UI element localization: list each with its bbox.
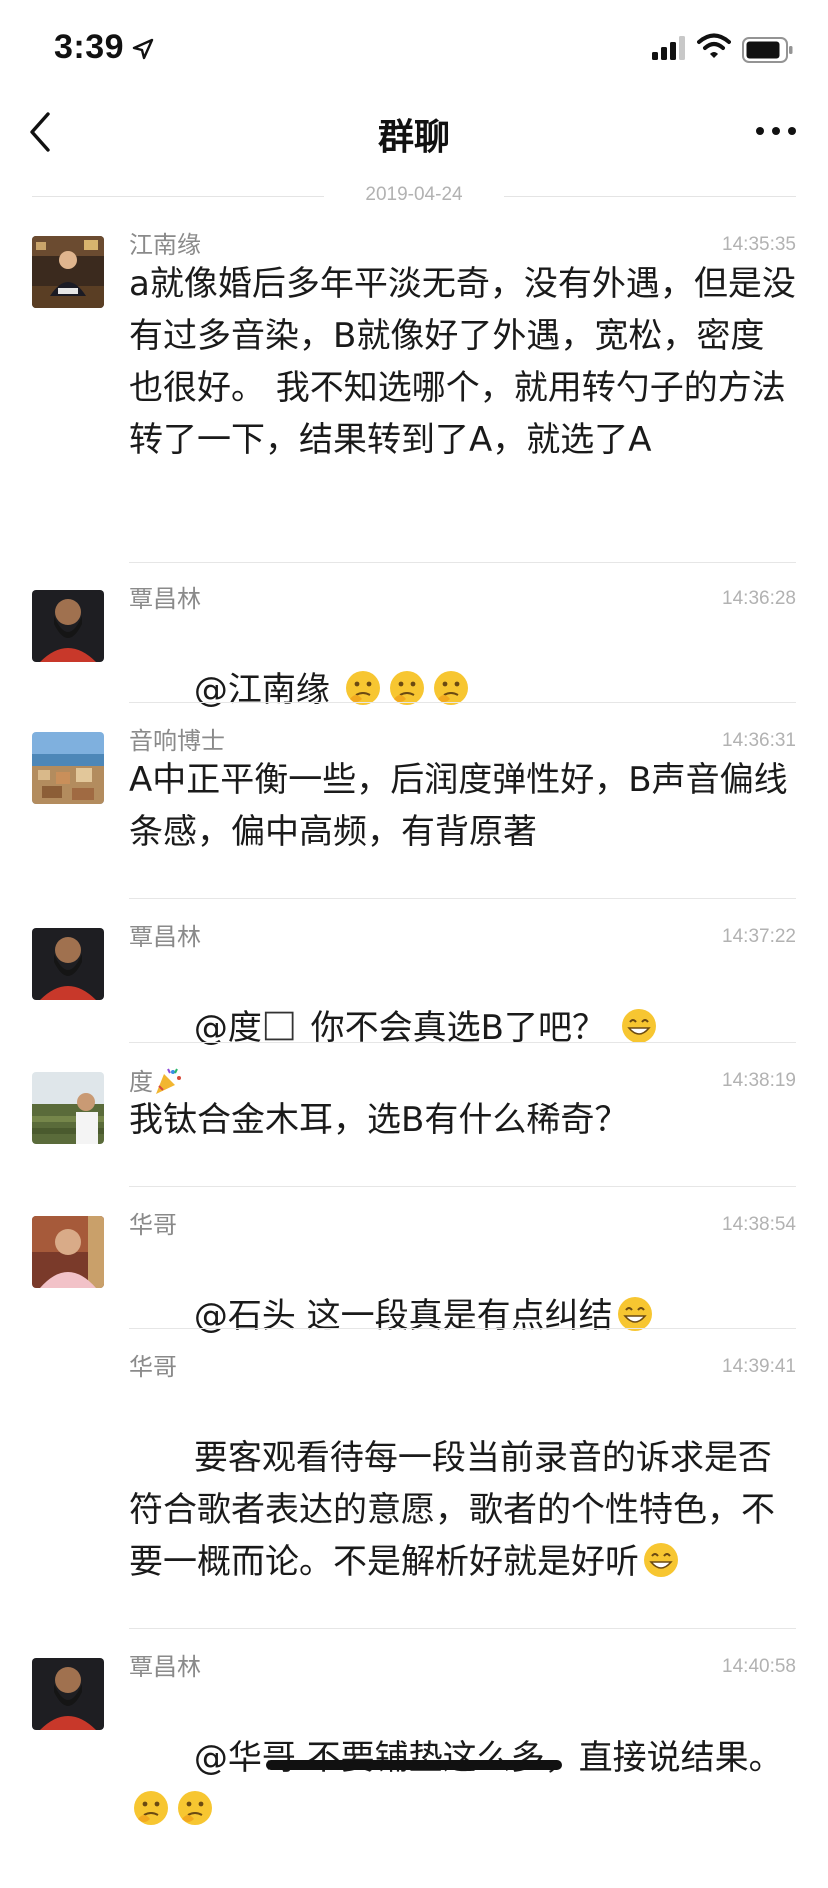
message-time: 14:38:54 <box>722 1214 796 1235</box>
thinking-face-icon <box>178 1791 212 1825</box>
sender-name[interactable]: 江南缘 <box>129 230 201 260</box>
location-arrow-icon <box>132 38 154 60</box>
message-text: @度 你不会真选B了吧？ <box>129 950 796 1106</box>
date-divider: 2019-04-24 <box>32 184 796 208</box>
avatar[interactable] <box>32 236 104 308</box>
message-time: 14:40:58 <box>722 1656 796 1677</box>
sender-name[interactable]: 覃昌林 <box>129 1652 201 1682</box>
message-time: 14:36:28 <box>722 588 796 609</box>
date-label: 2019-04-24 <box>365 184 463 205</box>
avatar-photo <box>32 1216 104 1288</box>
battery-icon <box>742 37 793 63</box>
avatar-photo <box>32 590 104 662</box>
message-separator <box>129 1186 796 1187</box>
message-text: 要客观看待每一段当前录音的诉求是否符合歌者表达的意愿，歌者的个性特色，不要一概而… <box>129 1380 796 1640</box>
sender-name[interactable]: 华哥 <box>129 1352 177 1382</box>
avatar[interactable] <box>32 1072 104 1144</box>
sender-name[interactable]: 覃昌林 <box>129 922 201 952</box>
cellular-signal-icon <box>652 36 685 60</box>
avatar-photo <box>32 236 104 308</box>
missing-glyph-box-icon <box>264 1011 294 1041</box>
message-separator <box>129 1328 796 1329</box>
sender-name[interactable]: 音响博士 <box>129 726 225 756</box>
grinning-face-icon <box>621 1009 656 1043</box>
status-time: 3:39 <box>54 28 125 66</box>
divider-line <box>504 196 796 197</box>
sender-name[interactable]: 华哥 <box>129 1210 177 1240</box>
message-separator <box>129 1042 796 1043</box>
home-indicator[interactable] <box>266 1760 562 1770</box>
avatar[interactable] <box>32 928 104 1000</box>
wifi-icon <box>697 33 731 58</box>
message-text: a就像婚后多年平淡无奇，没有外遇，但是没有过多音染，B就像好了外遇，宽松，密度也… <box>129 264 796 460</box>
message-mention-text: @华哥 不要铺垫这么多，直接说结果。 <box>193 1738 783 1778</box>
avatar[interactable] <box>32 732 104 804</box>
message-separator <box>129 562 796 563</box>
avatar[interactable] <box>32 1658 104 1730</box>
message-mention-text: @石头 这一段真是有点纠结 <box>193 1296 613 1336</box>
message-separator <box>129 898 796 899</box>
message-mention-text: @江南缘 <box>193 670 341 710</box>
message-text: A中正平衡一些，后润度弹性好，B声音偏线条感，偏中高频，有背原著 <box>129 760 788 852</box>
avatar-photo <box>32 1658 104 1730</box>
ellipsis-icon <box>756 127 796 135</box>
thinking-face-icon <box>134 1791 168 1825</box>
message-text: 我钛合金木耳，选B有什么稀奇？ <box>129 1100 629 1140</box>
message-time: 14:39:41 <box>722 1356 796 1377</box>
status-bar: 3:39 <box>0 0 828 100</box>
avatar[interactable] <box>32 590 104 662</box>
avatar-photo <box>32 732 104 804</box>
message-time: 14:37:22 <box>722 926 796 947</box>
sender-name-text: 度 <box>129 1068 153 1096</box>
message-time: 14:38:19 <box>722 1070 796 1091</box>
avatar-photo <box>32 928 104 1000</box>
sender-name[interactable]: 覃昌林 <box>129 584 201 614</box>
avatar-photo <box>32 1072 104 1144</box>
avatar[interactable] <box>32 1216 104 1288</box>
party-popper-icon <box>156 1068 181 1094</box>
message-separator <box>129 702 796 703</box>
message-text: @石头 这一段真是有点纠结 <box>129 1238 796 1394</box>
nav-bar: 群聊 <box>0 100 828 164</box>
grinning-face-icon <box>644 1543 678 1577</box>
message-text: @江南缘 <box>129 612 796 768</box>
message-text: @华哥 不要铺垫这么多，直接说结果。 <box>129 1680 796 1888</box>
message-time: 14:35:35 <box>722 234 796 255</box>
page-title: 群聊 <box>377 117 450 158</box>
message-separator <box>129 1628 796 1629</box>
more-button[interactable] <box>754 116 798 146</box>
message-time: 14:36:31 <box>722 730 796 751</box>
sender-name[interactable]: 度 <box>129 1066 183 1097</box>
